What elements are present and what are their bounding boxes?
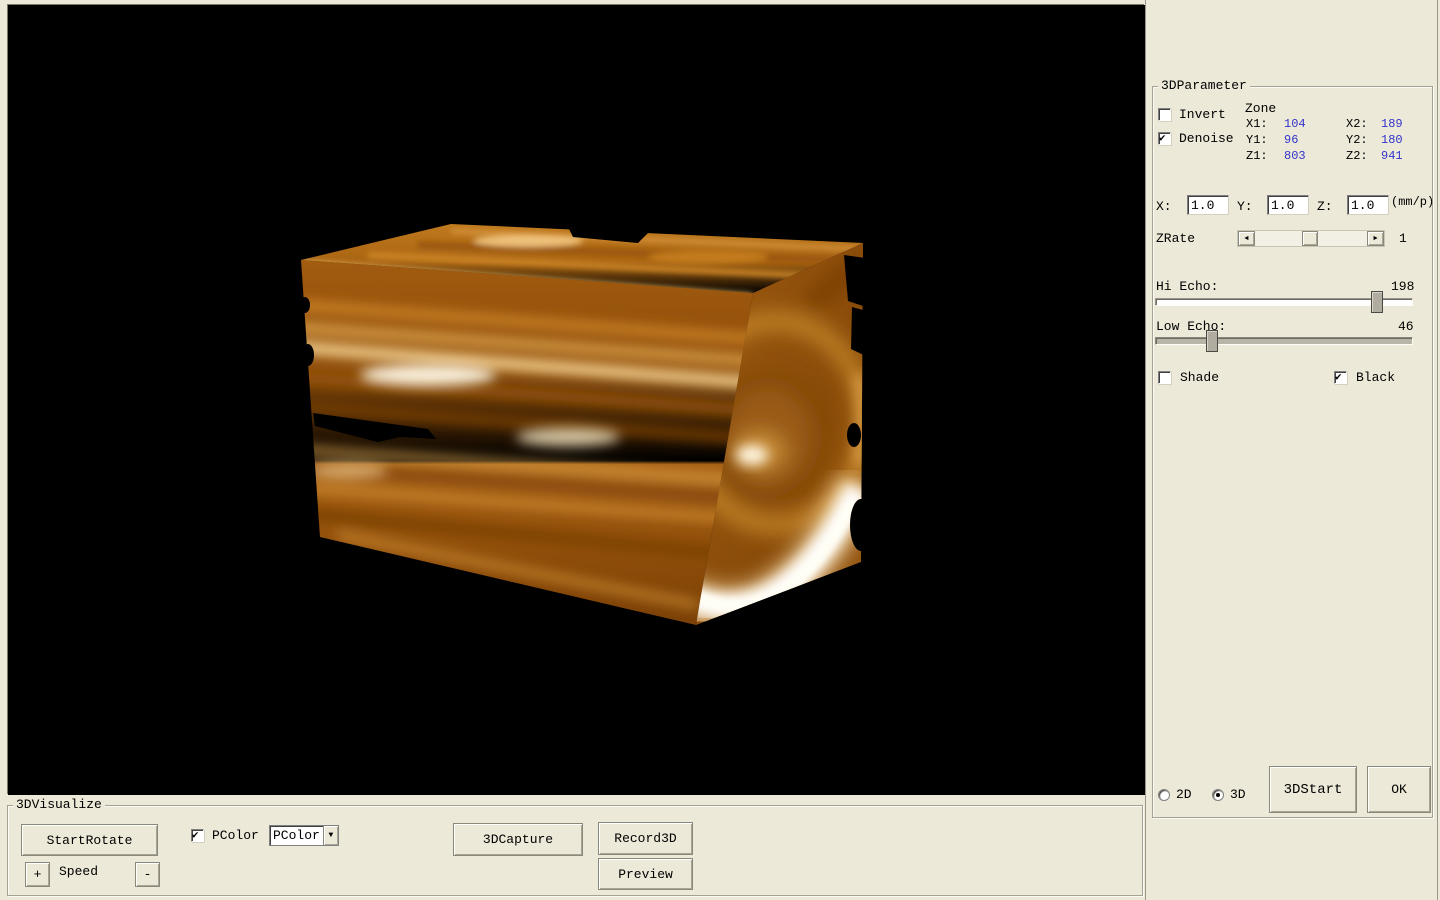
zone-y2-label: Y2: xyxy=(1346,133,1368,147)
pcolor-dropdown-value: PColor xyxy=(270,827,323,844)
3dparameter-groupbox: 3DParameter ✔ Invert ✔ Denoise Zone X1: … xyxy=(1152,86,1433,818)
scale-unit-label: (mm/p) xyxy=(1391,195,1434,209)
3dcapture-button[interactable]: 3DCapture xyxy=(453,823,583,856)
speed-plus-button[interactable]: + xyxy=(25,862,50,887)
zone-label: Zone xyxy=(1245,101,1276,116)
zone-y1-value: 96 xyxy=(1284,133,1298,147)
hi-echo-slider-thumb[interactable] xyxy=(1371,291,1383,313)
low-echo-slider-thumb[interactable] xyxy=(1206,330,1218,352)
mode-3d-label: 3D xyxy=(1230,787,1246,802)
app-window: { "icons": { "check": "✔", "dropdown_arr… xyxy=(0,0,1440,900)
zone-z1-value: 803 xyxy=(1284,149,1306,163)
3dvisualize-group-label: 3DVisualize xyxy=(13,797,105,812)
volume-render-3d xyxy=(8,5,1145,795)
shade-checkbox[interactable]: ✔ xyxy=(1158,371,1171,384)
scale-y-label: Y: xyxy=(1237,199,1253,214)
hi-echo-value: 198 xyxy=(1391,279,1414,294)
invert-checkbox[interactable]: ✔ xyxy=(1158,108,1171,121)
radio-dot xyxy=(1216,793,1220,797)
scale-x-label: X: xyxy=(1156,199,1172,214)
zone-x1-label: X1: xyxy=(1246,117,1268,131)
scroll-left-icon: ◄ xyxy=(1244,235,1248,243)
3d-viewport[interactable] xyxy=(7,4,1144,794)
check-icon: ✔ xyxy=(1159,131,1166,145)
zone-x1-value: 104 xyxy=(1284,117,1306,131)
start-rotate-button[interactable]: StartRotate xyxy=(21,824,158,856)
scale-x-input[interactable] xyxy=(1187,195,1229,215)
3dparameter-group-label: 3DParameter xyxy=(1158,78,1250,93)
mode-3d-radio[interactable] xyxy=(1212,789,1224,801)
zrate-scroll-left-button[interactable]: ◄ xyxy=(1238,231,1255,246)
scale-z-input[interactable] xyxy=(1347,195,1389,215)
zrate-scroll-right-button[interactable]: ► xyxy=(1367,231,1384,246)
chevron-down-icon: ▼ xyxy=(329,831,334,840)
low-echo-slider-track[interactable] xyxy=(1155,337,1413,345)
zone-x2-label: X2: xyxy=(1346,117,1368,131)
black-label: Black xyxy=(1356,370,1395,385)
hi-echo-label: Hi Echo: xyxy=(1156,279,1218,294)
mode-2d-label: 2D xyxy=(1176,787,1192,802)
denoise-label: Denoise xyxy=(1179,131,1234,146)
3dvisualize-groupbox: 3DVisualize StartRotate ✔ PColor PColor … xyxy=(7,805,1143,896)
low-echo-value: 46 xyxy=(1398,319,1414,334)
record3d-button[interactable]: Record3D xyxy=(598,822,693,855)
zrate-label: ZRate xyxy=(1156,231,1195,246)
preview-button[interactable]: Preview xyxy=(598,858,693,890)
pcolor-dropdown[interactable]: PColor ▼ xyxy=(269,825,339,846)
zrate-scrollbar[interactable]: ◄ ► xyxy=(1237,230,1385,247)
zone-x2-value: 189 xyxy=(1381,117,1403,131)
scale-z-label: Z: xyxy=(1317,199,1333,214)
check-icon: ✔ xyxy=(192,828,199,842)
zone-z2-value: 941 xyxy=(1381,149,1403,163)
pcolor-checkbox[interactable]: ✔ xyxy=(191,829,204,842)
speed-label: Speed xyxy=(59,864,98,879)
zrate-scrollbar-thumb[interactable] xyxy=(1302,231,1318,246)
zone-y2-value: 180 xyxy=(1381,133,1403,147)
zone-z1-label: Z1: xyxy=(1246,149,1268,163)
dropdown-button[interactable]: ▼ xyxy=(323,826,338,845)
ok-button[interactable]: OK xyxy=(1367,766,1431,813)
3dstart-button[interactable]: 3DStart xyxy=(1269,766,1357,813)
invert-label: Invert xyxy=(1179,107,1226,122)
check-icon: ✔ xyxy=(1335,370,1342,384)
mode-2d-radio[interactable] xyxy=(1158,789,1170,801)
scale-y-input[interactable] xyxy=(1267,195,1309,215)
black-checkbox[interactable]: ✔ xyxy=(1334,371,1347,384)
pcolor-label: PColor xyxy=(212,828,259,843)
zone-y1-label: Y1: xyxy=(1246,133,1268,147)
panel-divider xyxy=(1145,0,1146,900)
denoise-checkbox[interactable]: ✔ xyxy=(1158,132,1171,145)
zrate-value: 1 xyxy=(1399,231,1407,246)
scroll-right-icon: ► xyxy=(1373,235,1377,243)
shade-label: Shade xyxy=(1180,370,1219,385)
zone-z2-label: Z2: xyxy=(1346,149,1368,163)
window-right-edge xyxy=(1437,0,1438,900)
speed-minus-button[interactable]: - xyxy=(135,862,160,887)
